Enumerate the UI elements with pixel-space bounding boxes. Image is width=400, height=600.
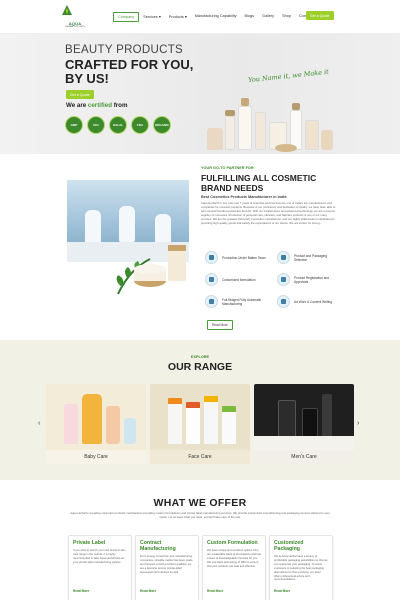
mens-care-image (254, 384, 354, 450)
offer-card-heading: Private Label (73, 540, 106, 546)
offer-card-private-label[interactable]: Private Label If you want to launch your… (68, 535, 132, 600)
offer-card-heading: Customized Packaging (274, 540, 304, 552)
what-we-offer-section: WHAT WE OFFER Aqua Herbal is a leading c… (0, 480, 400, 600)
packaging-icon (277, 251, 290, 264)
feature-item: Product and Packaging Selection (277, 251, 340, 264)
about-paragraph: Aqua Herbal Pvt. Ltd. has over 7 years o… (201, 201, 336, 225)
organic-badge-icon: ORGANIC (153, 116, 171, 134)
iso-badge-icon: ISO (87, 116, 105, 134)
gmp-badge-icon: GMP (65, 116, 83, 134)
hero-script-tagline: You Name it, we Make it (247, 67, 330, 85)
offer-card-text: We have unique and excellent options fro… (207, 549, 261, 568)
offer-card-custom-formulation[interactable]: Custom Formulation We have unique and ex… (202, 535, 266, 600)
hero-get-quote-button[interactable]: Get a Quote (66, 90, 94, 99)
feature-item: Ad Work & Content Writing (277, 295, 340, 308)
range-card-mens-care[interactable]: Men's Care (254, 384, 354, 464)
range-card-label: Men's Care (291, 454, 317, 460)
offer-card-contract-manufacturing[interactable]: Contract Manufacturing From energy conve… (135, 535, 199, 600)
hero-title-line3: BY US! (65, 71, 109, 86)
site-header: AQUA HERBAL EXPORTS Company Services ▾ P… (0, 0, 400, 34)
formulation-icon (205, 273, 218, 286)
offer-card-heading: Contract Manufacturing (140, 540, 176, 552)
about-section: YOUR GO-TO PARTNER FOR FULFILLING ALL CO… (0, 154, 400, 340)
range-card-baby-care[interactable]: Baby Care (46, 384, 146, 464)
main-nav: Company Services ▾ Products ▾ Manufactur… (113, 12, 322, 22)
nav-products[interactable]: Products ▾ (165, 12, 191, 22)
registration-icon (277, 273, 290, 286)
hero-product-image (205, 92, 335, 152)
manufacturing-icon (205, 295, 218, 308)
hero-banner: BEAUTY PRODUCTS CRAFTED FOR YOU, BY US! … (0, 34, 400, 154)
about-title-line1: FULFILLING ALL COSMETIC (201, 173, 317, 183)
fda-badge-icon: FDA (131, 116, 149, 134)
feature-item: Product Registration and Approvals (277, 273, 340, 286)
about-eyebrow: YOUR GO-TO PARTNER FOR (201, 166, 254, 170)
range-card-face-care[interactable]: Face Care (150, 384, 250, 464)
offer-intro: Aqua Herbal is a leading cosmetics produ… (70, 511, 330, 519)
content-writing-icon (277, 295, 290, 308)
header-get-quote-button[interactable]: Get a Quote (306, 11, 334, 20)
range-card-label: Face Care (188, 454, 212, 460)
feature-item: Full-fledged Fully Automatic Manufacturi… (205, 295, 268, 308)
range-title: OUR RANGE (167, 361, 233, 373)
offer-card-customized-packaging[interactable]: Customized Packaging We at Aqua Herbal h… (269, 535, 333, 600)
feature-item: Customized formulation (205, 273, 268, 286)
range-eyebrow: EXPLORE (190, 355, 210, 359)
leaf-logo-icon (62, 5, 72, 15)
our-range-section: EXPLORE OUR RANGE ‹ › Baby Care Face Car… (0, 340, 400, 480)
certified-heading: We are certified from (66, 102, 128, 109)
offer-read-more-link[interactable]: Read More (274, 589, 290, 593)
halal-badge-icon: HALAL (109, 116, 127, 134)
offer-card-text: We at Aqua Herbal have a bounty of predi… (274, 555, 328, 582)
range-card-label: Baby Care (84, 454, 108, 460)
face-care-image (150, 384, 250, 450)
about-read-more-button[interactable]: Read More (207, 320, 233, 330)
nav-company[interactable]: Company (113, 12, 140, 22)
carousel-prev-icon[interactable]: ‹ (38, 420, 40, 427)
certification-badges: GMP ISO HALAL FDA ORGANIC (65, 116, 171, 134)
brand-tagline: HERBAL EXPORTS (65, 26, 85, 28)
hero-title-line2: CRAFTED FOR YOU, (65, 57, 194, 72)
offer-card-text: From energy conversion and manufacturing… (140, 555, 193, 574)
offer-title: WHAT WE OFFER (153, 497, 247, 509)
offer-read-more-link[interactable]: Read More (140, 589, 156, 593)
carousel-next-icon[interactable]: › (357, 420, 359, 427)
cream-jar-image (110, 239, 200, 299)
production-icon (205, 251, 218, 264)
nav-manufacturing-capability[interactable]: Manufacturing Capability (191, 12, 241, 22)
nav-services[interactable]: Services ▾ (139, 12, 165, 22)
about-subtitle: Best Cosmetics Products Manufacturer in … (201, 195, 287, 199)
feature-item: Production Under Batten Team (205, 251, 268, 264)
offer-card-text: If you want to launch your own brand of … (73, 549, 126, 564)
hero-title-line1: BEAUTY PRODUCTS (65, 44, 184, 56)
offer-read-more-link[interactable]: Read More (207, 589, 223, 593)
nav-blogs[interactable]: Blogs (241, 12, 259, 22)
offer-card-heading: Custom Formulation (207, 540, 258, 546)
nav-shop[interactable]: Shop (278, 12, 295, 22)
baby-care-image (46, 384, 146, 450)
offer-read-more-link[interactable]: Read More (73, 589, 89, 593)
nav-gallery[interactable]: Gallery (258, 12, 278, 22)
brand-logo[interactable]: AQUA HERBAL EXPORTS (60, 3, 90, 31)
about-title-line2: BRAND NEEDS (201, 183, 264, 193)
